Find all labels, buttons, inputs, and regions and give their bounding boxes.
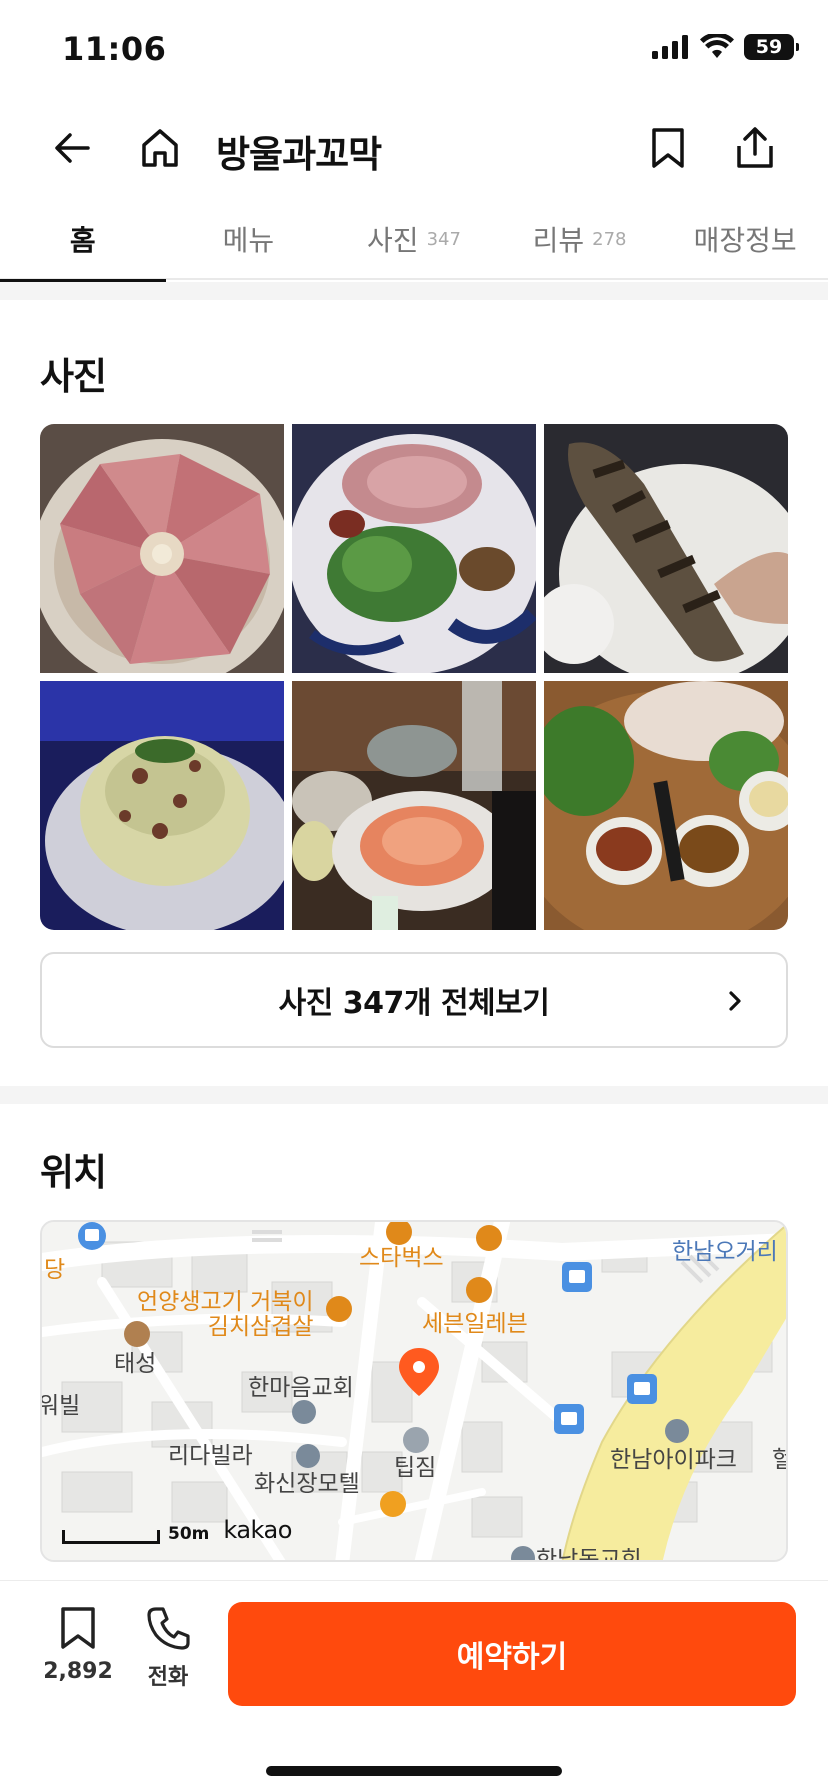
map-label: 한남동교회 bbox=[536, 1547, 642, 1562]
map-label: 태성 bbox=[114, 1351, 157, 1377]
signal-icon bbox=[652, 35, 688, 59]
save-place-button[interactable]: 2,892 bbox=[38, 1605, 118, 1684]
tab-count: 278 bbox=[592, 228, 627, 250]
location-section-title: 위치 bbox=[40, 1151, 107, 1194]
photo-thumbnail[interactable] bbox=[40, 681, 284, 930]
bookmark-icon bbox=[61, 1607, 95, 1649]
section-divider bbox=[0, 282, 828, 300]
map-provider-logo: kakao bbox=[223, 1516, 292, 1544]
tab-store-info[interactable]: 매장정보 bbox=[662, 198, 828, 280]
battery-icon: 59 bbox=[744, 34, 799, 60]
bookmark-icon bbox=[652, 128, 684, 168]
photo-thumbnail[interactable] bbox=[40, 424, 284, 673]
status-time: 11:06 bbox=[62, 30, 167, 68]
tab-photos[interactable]: 사진 347 bbox=[331, 198, 497, 280]
tab-bar: 홈 메뉴 사진 347 리뷰 278 매장정보 bbox=[0, 198, 828, 282]
chevron-right-icon bbox=[729, 991, 741, 1011]
bookmark-button[interactable] bbox=[642, 122, 694, 174]
tab-home[interactable]: 홈 bbox=[0, 198, 166, 282]
scale-text: 50m bbox=[168, 1524, 210, 1544]
map-label: 언양생고기 거북이 김치삼겹살 bbox=[137, 1289, 314, 1341]
phone-icon bbox=[147, 1607, 190, 1650]
map-label: 스타벅스 bbox=[359, 1245, 444, 1271]
view-all-photos-label: 사진 347개 전체보기 bbox=[278, 986, 550, 1021]
bookmark-count: 2,892 bbox=[43, 1659, 113, 1684]
map-label: 화신장모텔 bbox=[254, 1471, 360, 1497]
map-scale: 50m kakao bbox=[62, 1516, 292, 1544]
map-background bbox=[42, 1222, 786, 1560]
tab-label: 홈 bbox=[69, 224, 96, 257]
tab-label: 매장정보 bbox=[693, 224, 797, 257]
reserve-button[interactable]: 예약하기 bbox=[228, 1602, 796, 1706]
wifi-icon bbox=[700, 34, 734, 58]
map-label: 리다빌라 bbox=[168, 1443, 253, 1469]
photo-thumbnail[interactable] bbox=[292, 681, 536, 930]
map-label: 팁짐 bbox=[394, 1455, 437, 1481]
scale-bar bbox=[62, 1530, 160, 1544]
section-divider bbox=[0, 1086, 828, 1104]
map-label: 세븐일레븐 bbox=[422, 1311, 528, 1337]
map-label: 한남아이파크 bbox=[610, 1447, 737, 1473]
call-button[interactable]: 전화 bbox=[128, 1605, 208, 1691]
map-label: 당 bbox=[44, 1257, 66, 1283]
location-map[interactable]: 스타벅스 한남오거리 당 언양생고기 거북이 김치삼겹살 세븐일레븐 태성 한마… bbox=[40, 1220, 788, 1562]
tab-reviews[interactable]: 리뷰 278 bbox=[497, 198, 663, 280]
photos-section-title: 사진 bbox=[40, 355, 107, 398]
tab-label: 사진 bbox=[367, 224, 419, 257]
arrow-left-icon bbox=[55, 133, 90, 163]
map-label: 워빌 bbox=[40, 1393, 81, 1419]
share-button[interactable] bbox=[729, 122, 781, 174]
tab-count: 347 bbox=[426, 228, 461, 250]
view-all-photos-button[interactable]: 사진 347개 전체보기 bbox=[40, 952, 788, 1048]
status-bar: 11:06 59 bbox=[0, 0, 828, 100]
page-title: 방울과꼬막 bbox=[216, 133, 382, 176]
photo-thumbnail[interactable] bbox=[292, 424, 536, 673]
home-icon bbox=[142, 129, 178, 167]
bottom-action-bar: 2,892 전화 예약하기 bbox=[0, 1580, 828, 1792]
tab-label: 메뉴 bbox=[222, 224, 275, 257]
status-icons: 59 bbox=[652, 34, 799, 60]
tab-label: 리뷰 bbox=[532, 224, 585, 257]
share-icon bbox=[737, 127, 773, 168]
battery-level: 59 bbox=[755, 36, 783, 58]
tab-menu[interactable]: 메뉴 bbox=[166, 198, 332, 280]
home-indicator bbox=[266, 1766, 562, 1776]
photo-thumbnail[interactable] bbox=[544, 681, 788, 930]
map-label: 헐 bbox=[772, 1447, 786, 1473]
map-label: 한마음교회 bbox=[248, 1375, 354, 1401]
call-label: 전화 bbox=[147, 1665, 189, 1690]
home-button[interactable] bbox=[134, 122, 186, 174]
photo-thumbnail[interactable] bbox=[544, 424, 788, 673]
photo-grid bbox=[40, 424, 788, 930]
map-label: 한남오거리 bbox=[672, 1239, 778, 1265]
header: 방울과꼬막 bbox=[0, 100, 828, 198]
back-button[interactable] bbox=[46, 122, 98, 174]
